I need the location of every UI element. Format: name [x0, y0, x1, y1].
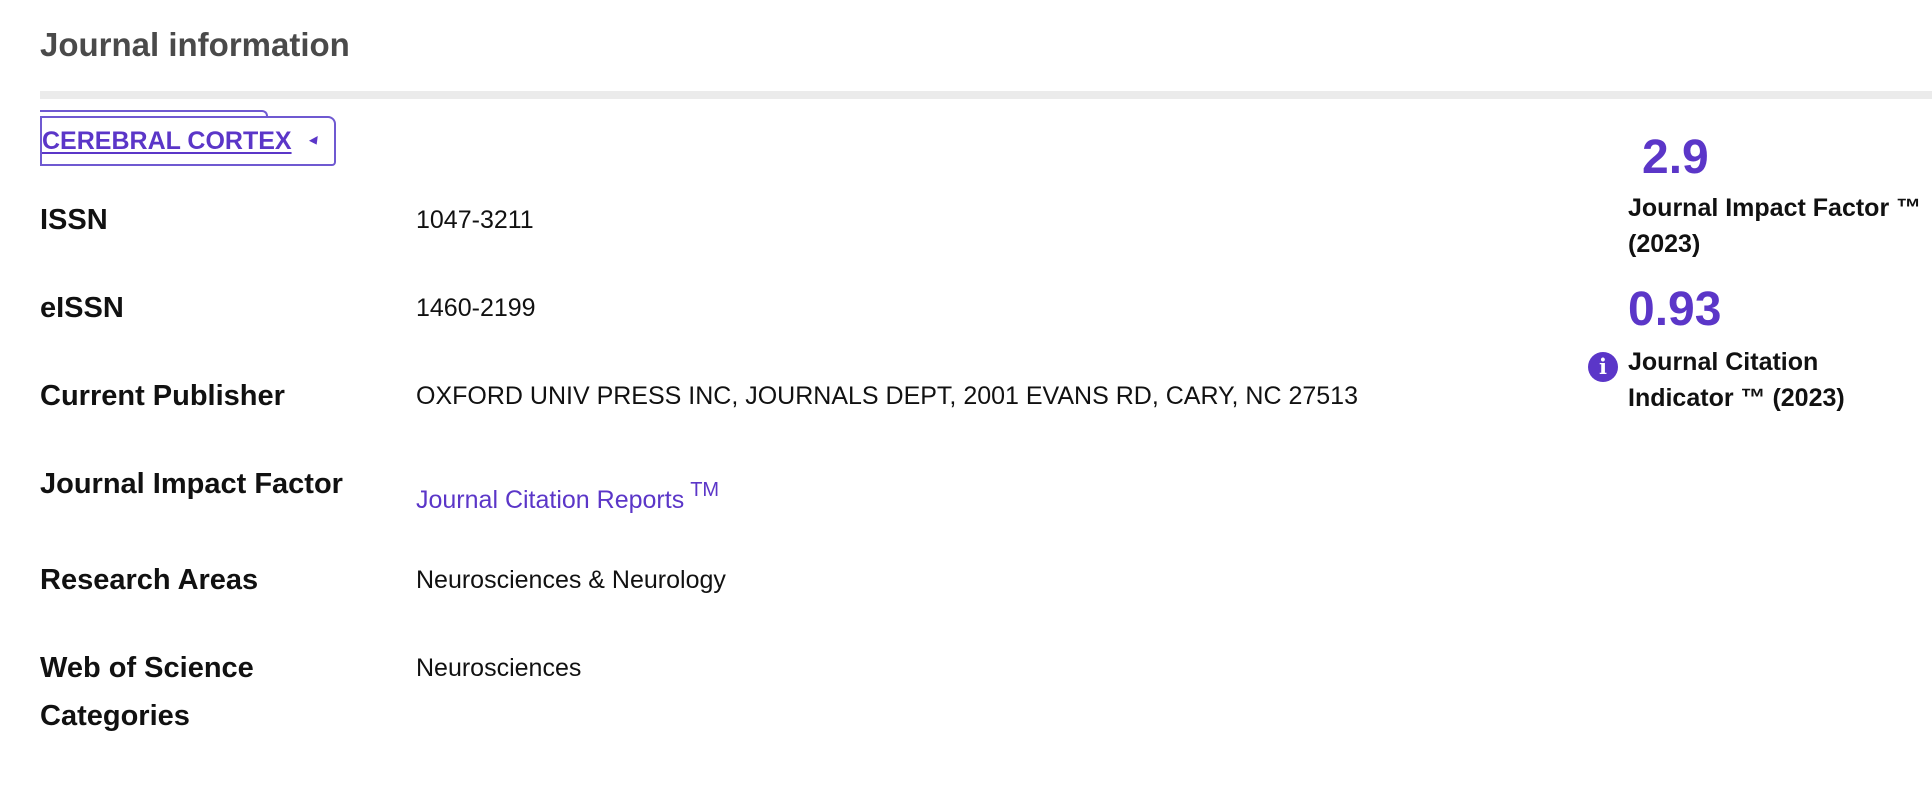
- citation-indicator-label: Journal Citation Indicator ™ (2023): [1628, 348, 1845, 412]
- info-icon[interactable]: i: [1588, 352, 1618, 382]
- row-value-impact-factor: Journal Citation Reports TM: [416, 466, 719, 524]
- journal-name: CEREBRAL CORTEX: [42, 126, 292, 155]
- row-value-categories: Neurosciences: [416, 654, 582, 682]
- row-label: Journal Impact Factor: [40, 468, 343, 500]
- row-value-research-areas: Neurosciences & Neurology: [416, 566, 726, 594]
- row-label: Research Areas: [40, 564, 259, 596]
- trademark-superscript: TM: [690, 479, 720, 501]
- row-label: eISSN: [40, 292, 124, 324]
- row-label: Current Publisher: [40, 380, 285, 412]
- section-divider: [40, 91, 1932, 99]
- journal-information-panel: Journal information CEREBRAL CORTEX ISSN…: [40, 0, 1932, 800]
- journal-name-dropdown-button[interactable]: CEREBRAL CORTEX: [40, 110, 336, 166]
- row-value-eissn: 1460-2199: [416, 294, 536, 322]
- section-title: Journal information: [40, 26, 350, 63]
- citation-indicator-value: 0.93: [1628, 283, 1722, 336]
- impact-factor-label: Journal Impact Factor ™ (2023): [1628, 194, 1922, 258]
- row-value-issn: 1047-3211: [416, 206, 534, 234]
- row-label: Web of Science Categories: [40, 652, 254, 732]
- journal-citation-reports-link[interactable]: Journal Citation Reports TM: [416, 479, 719, 514]
- caret-down-icon: [308, 135, 321, 147]
- row-value-publisher: OXFORD UNIV PRESS INC, JOURNALS DEPT, 20…: [416, 382, 1358, 410]
- row-label: ISSN: [40, 204, 108, 236]
- link-text: Journal Citation Reports: [416, 486, 685, 514]
- impact-factor-value: 2.9: [1642, 131, 1709, 184]
